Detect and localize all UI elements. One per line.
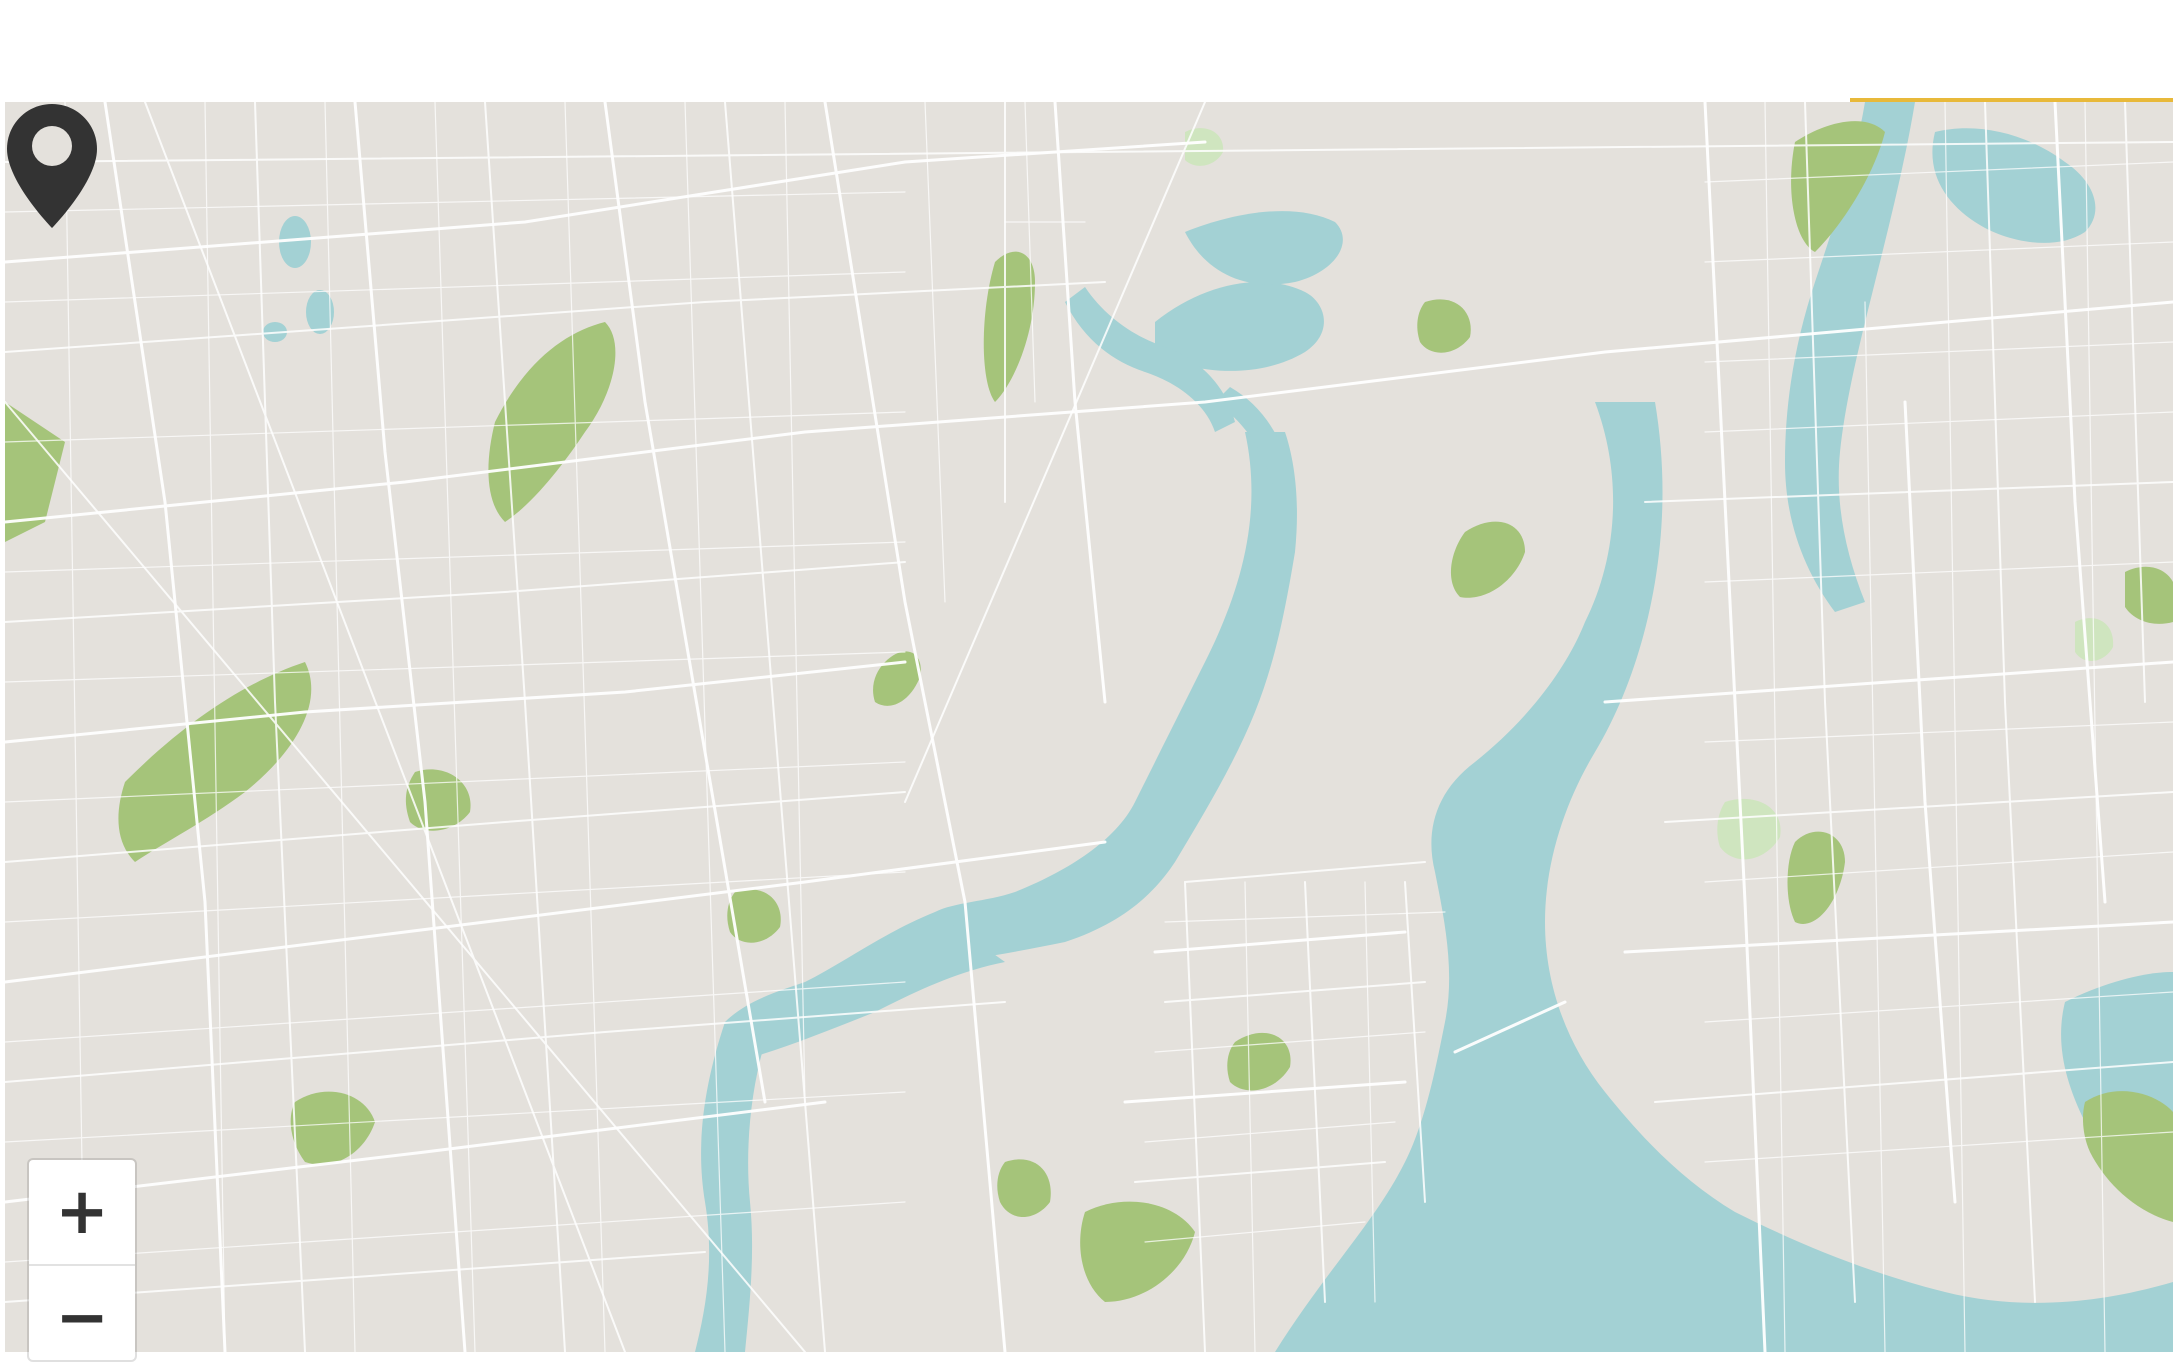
minus-icon: − <box>55 1281 109 1355</box>
zoom-out-button[interactable]: − <box>29 1266 135 1370</box>
plus-icon: + <box>55 1175 109 1249</box>
zoom-control: + − <box>29 1160 135 1360</box>
header-band <box>0 0 2173 102</box>
zoom-in-button[interactable]: + <box>29 1160 135 1266</box>
map-canvas[interactable] <box>5 102 2173 1352</box>
map-tiles <box>5 102 2173 1352</box>
map-pin-icon[interactable] <box>5 102 99 230</box>
